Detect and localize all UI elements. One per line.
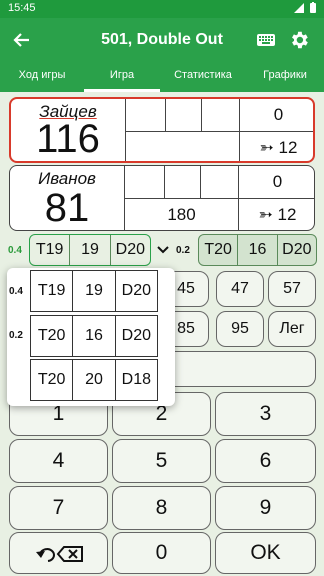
undo-backspace-button[interactable]: [9, 532, 108, 574]
player-card-2[interactable]: Иванов 81 0 180 ➳ 12: [9, 165, 315, 231]
quick-key[interactable]: 95: [216, 311, 264, 347]
key-9[interactable]: 9: [215, 486, 316, 530]
dart-1: T19: [35, 241, 64, 258]
card-divider: [201, 99, 202, 131]
dart-3: D20: [276, 235, 316, 265]
player-score: 81: [44, 186, 90, 230]
tab-game[interactable]: Игра: [84, 69, 160, 81]
dart-3: D20: [114, 316, 157, 356]
checkout-suggestion[interactable]: T20 16 D20: [198, 234, 317, 266]
status-icons: [294, 2, 316, 13]
status-bar: 15:45: [0, 0, 324, 18]
ok-button[interactable]: OK: [215, 532, 316, 574]
key-8[interactable]: 8: [112, 486, 211, 530]
player-card-1[interactable]: Зайцев 116 0 ➳ 12: [9, 97, 315, 163]
checkout-popup: 0.4 T19 19 D20 0.2 T20 16 D20 T20 20 D18: [7, 268, 175, 406]
last-score: 0: [272, 172, 283, 191]
tab-charts[interactable]: Графики: [246, 69, 324, 81]
key-3[interactable]: 3: [215, 392, 316, 436]
card-divider: [124, 198, 314, 199]
checkout-probability: 0.2: [176, 245, 190, 256]
key-5[interactable]: 5: [112, 439, 211, 483]
dart-2: 19: [69, 235, 109, 265]
quick-key[interactable]: 47: [216, 271, 264, 307]
checkout-suggestion[interactable]: T19 19 D20: [29, 234, 151, 266]
battery-icon: [310, 2, 316, 13]
card-divider: [200, 166, 201, 198]
card-divider: [164, 166, 165, 198]
last-score: 0: [273, 105, 284, 124]
dart-2: 16: [72, 316, 114, 356]
checkout-probability: 0.4: [8, 245, 22, 256]
signal-icon: [294, 2, 304, 13]
dart-2: 19: [72, 271, 114, 311]
card-divider: [125, 131, 313, 132]
key-0[interactable]: 0: [112, 532, 211, 574]
dart-1: T19: [37, 282, 66, 299]
popup-option[interactable]: T19 19 D20: [30, 270, 158, 312]
tab-bar: Ход игры Игра Статистика Графики: [0, 64, 324, 92]
quick-key[interactable]: 57: [268, 271, 316, 307]
dart-1: T20: [37, 327, 66, 344]
tab-game-log[interactable]: Ход игры: [0, 69, 84, 81]
round-score: 180: [167, 205, 196, 224]
finish-leg-button[interactable]: Лег: [268, 311, 316, 347]
app-bar: 501, Double Out: [0, 18, 324, 64]
popup-option[interactable]: T20 16 D20: [30, 315, 158, 357]
player-score: 116: [36, 117, 100, 161]
popup-option[interactable]: T20 20 D18: [30, 359, 158, 401]
card-divider: [165, 99, 166, 131]
dart-2: 16: [237, 235, 276, 265]
dart-1: T20: [204, 241, 232, 258]
key-7[interactable]: 7: [9, 486, 108, 530]
dart-3: D20: [109, 235, 150, 265]
undo-backspace-icon: [36, 546, 83, 562]
popup-probability: 0.2: [9, 330, 23, 341]
key-6[interactable]: 6: [215, 439, 316, 483]
keyboard-icon[interactable]: [256, 30, 276, 50]
darts-count: ➳ 12: [259, 138, 298, 157]
gear-icon[interactable]: [288, 29, 310, 51]
key-4[interactable]: 4: [9, 439, 108, 483]
dart-2: 20: [72, 360, 114, 400]
chevron-down-icon[interactable]: [156, 244, 170, 256]
darts-count: ➳ 12: [258, 205, 297, 224]
dart-3: D18: [114, 360, 157, 400]
popup-probability: 0.4: [9, 286, 23, 297]
quick-key-empty[interactable]: [163, 351, 316, 387]
status-time: 15:45: [8, 2, 36, 14]
dart-3: D20: [114, 271, 157, 311]
tab-statistics[interactable]: Статистика: [160, 69, 246, 81]
tab-indicator: [84, 89, 160, 92]
dart-1: T20: [37, 371, 66, 388]
